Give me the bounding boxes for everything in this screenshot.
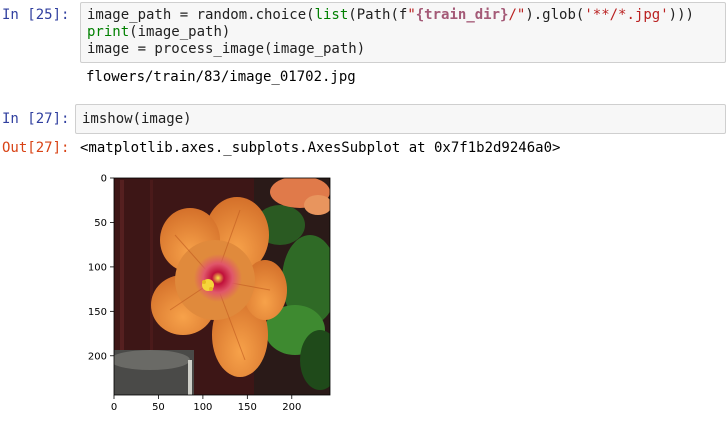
x-tick-label: 100 <box>193 402 212 413</box>
x-tick-label: 200 <box>282 402 301 413</box>
x-tick-label: 150 <box>238 402 257 413</box>
x-tick-label: 50 <box>152 402 165 413</box>
y-tick-label: 100 <box>88 262 107 273</box>
y-axis: 0 50 100 150 200 <box>88 174 114 362</box>
y-tick-label: 200 <box>88 351 107 362</box>
y-tick-label: 150 <box>88 307 107 318</box>
y-tick-label: 0 <box>101 174 107 185</box>
hibiscus-flower-photo <box>114 178 330 395</box>
imshow-plot: 0 50 100 150 200 0 50 100 150 200 <box>88 174 331 413</box>
x-axis: 0 50 100 150 200 <box>111 395 301 413</box>
x-tick-label: 0 <box>111 402 117 413</box>
y-tick-label: 50 <box>94 218 107 229</box>
